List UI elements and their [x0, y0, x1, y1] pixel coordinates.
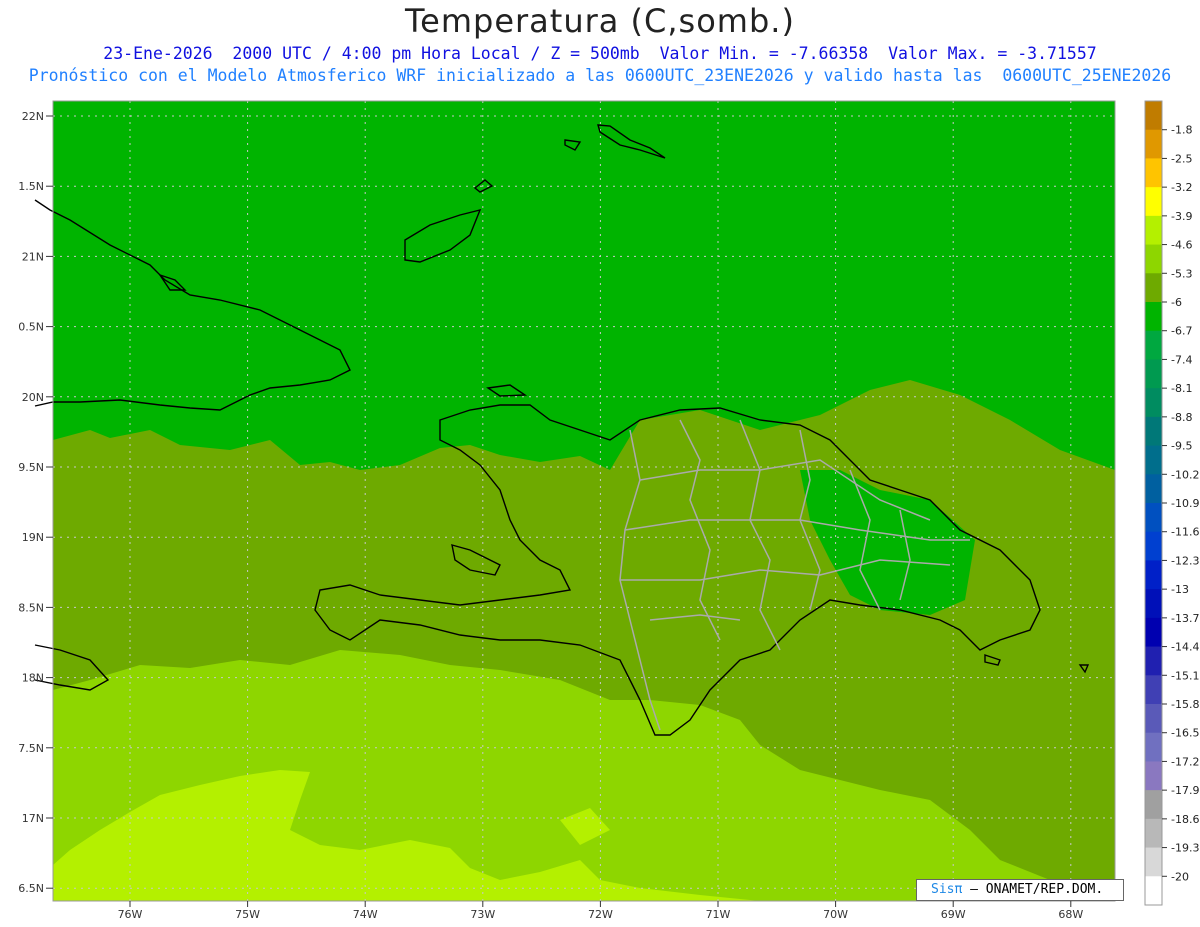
lon-label: 75W	[235, 908, 260, 921]
lon-label: 72W	[588, 908, 613, 921]
lon-label: 69W	[941, 908, 966, 921]
colorbar-swatch	[1145, 818, 1162, 849]
colorbar-swatch	[1145, 704, 1162, 734]
colorbar-swatch	[1145, 675, 1162, 705]
colorbar-label: -12.3	[1171, 554, 1199, 567]
colorbar-label: -17.9	[1171, 784, 1199, 797]
lon-label: 71W	[706, 908, 731, 921]
colorbar-swatch	[1145, 158, 1162, 188]
colorbar-swatch	[1145, 646, 1162, 676]
colorbar-label: -3.9	[1171, 210, 1192, 223]
colorbar-label: -16.5	[1171, 727, 1199, 740]
colorbar-swatch	[1145, 388, 1162, 418]
colorbar-label: -5.3	[1171, 267, 1192, 280]
colorbar-swatch	[1145, 416, 1162, 447]
colorbar-swatch	[1145, 503, 1162, 533]
colorbar-label: -8.1	[1171, 382, 1192, 395]
colorbar-swatch	[1145, 790, 1162, 820]
lat-label: 7.5N	[18, 742, 44, 755]
colorbar-label: -17.2	[1171, 755, 1199, 768]
lat-label: 19N	[22, 531, 44, 544]
colorbar-label: -9.5	[1171, 440, 1192, 453]
lon-label: 73W	[470, 908, 495, 921]
colorbar-swatch	[1145, 359, 1162, 389]
colorbar-label: -7.4	[1171, 353, 1192, 366]
colorbar-label: -19.3	[1171, 842, 1199, 855]
colorbar-swatch	[1145, 617, 1162, 648]
colorbar-label: -10.2	[1171, 468, 1199, 481]
colorbar-label: -14.4	[1171, 641, 1199, 654]
lat-label: 0.5N	[18, 321, 44, 334]
lon-label: 74W	[353, 908, 378, 921]
color-bar: -1.8 -2.5 -3.2 -3.9 -4.6 -5.3 -6 -6.7 -7.4 -8.1 -8…	[1144, 100, 1199, 906]
lat-label: 20N	[22, 391, 44, 404]
lat-label: 22N	[22, 110, 44, 123]
lat-label: 1.5N	[18, 180, 44, 193]
colorbar-swatch	[1145, 732, 1162, 762]
colorbar-swatch	[1145, 302, 1162, 332]
sispi-logo: Sis	[931, 882, 955, 897]
colorbar-label: -3.2	[1171, 181, 1192, 194]
lat-label: 17N	[22, 812, 44, 825]
colorbar-swatch	[1145, 330, 1162, 360]
colorbar-swatch	[1145, 215, 1162, 246]
colorbar-swatch	[1145, 474, 1162, 504]
lon-label: 68W	[1058, 908, 1083, 921]
colorbar-label: -1.8	[1171, 124, 1192, 137]
colorbar-swatch	[1145, 761, 1162, 791]
lon-label: 70W	[823, 908, 848, 921]
colorbar-label: -13	[1171, 583, 1189, 596]
colorbar-label: -6	[1171, 296, 1182, 309]
longitude-labels: 76W 75W 74W 73W 72W 71W 70W 69W 68W	[118, 901, 1083, 921]
colorbar-swatch	[1145, 876, 1162, 906]
colorbar-swatch	[1145, 847, 1162, 877]
colorbar-label: -8.8	[1171, 411, 1192, 424]
colorbar-label: -10.9	[1171, 497, 1199, 510]
colorbar-label: -13.7	[1171, 612, 1199, 625]
colorbar-swatch	[1145, 187, 1162, 217]
credit-text: – ONAMET/REP.DOM.	[970, 882, 1104, 897]
colorbar-swatch	[1145, 101, 1162, 131]
shaded-field	[53, 101, 1115, 901]
credit-box: Sisπ – ONAMET/REP.DOM.	[916, 879, 1124, 901]
colorbar-label: -4.6	[1171, 239, 1192, 252]
colorbar-label: -18.6	[1171, 813, 1199, 826]
colorbar-label: -15.1	[1171, 669, 1199, 682]
colorbar-label: -15.8	[1171, 698, 1199, 711]
colorbar-label: -11.6	[1171, 526, 1199, 539]
latitude-labels: 22N 1.5N 21N 0.5N 20N 9.5N 19N 8.5N 18N 7.5N 17N 6.…	[18, 110, 53, 895]
colorbar-swatch	[1145, 560, 1162, 590]
colorbar-label: -6.7	[1171, 325, 1192, 338]
lon-label: 76W	[118, 908, 143, 921]
lat-label: 9.5N	[18, 461, 44, 474]
colorbar-swatch	[1145, 589, 1162, 619]
colorbar-label: -20	[1171, 870, 1189, 883]
lat-label: 21N	[22, 250, 44, 263]
colorbar-swatch	[1145, 129, 1162, 159]
colorbar-swatch	[1145, 244, 1162, 274]
lat-label: 18N	[22, 672, 44, 685]
colorbar-swatch	[1145, 445, 1162, 475]
colorbar-swatch	[1145, 273, 1162, 303]
pi-symbol: π	[954, 882, 963, 897]
lat-label: 6.5N	[18, 882, 44, 895]
temperature-map: 22N 1.5N 21N 0.5N 20N 9.5N 19N 8.5N 18N 7.5N 17N 6.…	[18, 100, 1199, 921]
colorbar-label: -2.5	[1171, 152, 1192, 165]
colorbar-swatch	[1145, 531, 1162, 561]
lat-label: 8.5N	[18, 601, 44, 614]
